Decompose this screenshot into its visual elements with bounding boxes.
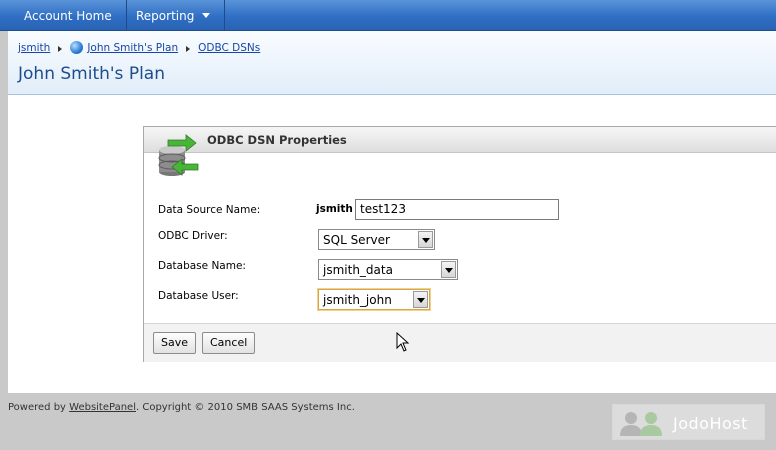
chevron-down-icon[interactable]	[418, 231, 433, 248]
arrow-right-icon	[186, 45, 191, 52]
users-icon	[620, 412, 662, 436]
breadcrumb-plan[interactable]: John Smith's Plan	[87, 42, 178, 54]
nav-reporting-menu[interactable]: Reporting	[122, 0, 226, 31]
chevron-down-icon[interactable]	[413, 291, 428, 308]
odbc-driver-select[interactable]: SQL Server	[318, 229, 435, 250]
footer-powered-text: Powered by	[8, 402, 70, 413]
database-user-value: jsmith_john	[323, 293, 392, 307]
database-name-select[interactable]: jsmith_data	[318, 259, 458, 280]
brand-name: JodoHost	[673, 414, 748, 433]
page-header: jsmith John Smith's Plan ODBC DSNs John …	[8, 31, 776, 95]
websitepanel-link[interactable]: WebsitePanel	[69, 402, 136, 413]
dsn-label: Data Source Name:	[158, 204, 261, 216]
breadcrumb-odbc-dsns[interactable]: ODBC DSNs	[198, 42, 260, 54]
database-name-value: jsmith_data	[323, 263, 393, 277]
globe-icon	[70, 41, 84, 54]
panel-title: ODBC DSN Properties	[207, 133, 347, 147]
breadcrumb-user[interactable]: jsmith	[18, 42, 50, 54]
panel-footer: Save Cancel	[144, 323, 776, 362]
nav-account-home-label: Account Home	[24, 9, 112, 23]
breadcrumb: jsmith John Smith's Plan ODBC DSNs	[18, 41, 260, 54]
top-nav: Account Home Reporting	[0, 0, 776, 31]
database-user-select[interactable]: jsmith_john	[318, 289, 430, 310]
odbc-driver-value: SQL Server	[323, 233, 390, 247]
database-icon	[158, 134, 199, 176]
mouse-cursor-icon	[396, 332, 410, 352]
dbuser-label: Database User:	[158, 290, 239, 302]
cancel-button[interactable]: Cancel	[202, 332, 256, 354]
jodohost-logo: JodoHost	[612, 404, 765, 440]
footer-copyright: . Copyright © 2010 SMB SAAS Systems Inc.	[135, 402, 355, 413]
nav-reporting-label: Reporting	[136, 9, 195, 23]
chevron-down-icon[interactable]	[441, 261, 456, 278]
footer: Powered by WebsitePanel. Copyright © 201…	[8, 402, 355, 413]
save-button[interactable]: Save	[153, 332, 197, 354]
dsn-name-input[interactable]: test123	[355, 199, 559, 220]
nav-account-home[interactable]: Account Home	[10, 0, 127, 31]
dbname-label: Database Name:	[158, 260, 246, 272]
dsn-user-prefix: jsmith	[316, 203, 353, 215]
page-title: John Smith's Plan	[18, 64, 165, 84]
driver-label: ODBC Driver:	[158, 230, 228, 242]
arrow-right-icon	[58, 45, 63, 52]
chevron-down-icon	[202, 13, 211, 18]
odbc-dsn-properties-panel: ODBC DSN Properties Data Source Name: js…	[143, 126, 776, 362]
